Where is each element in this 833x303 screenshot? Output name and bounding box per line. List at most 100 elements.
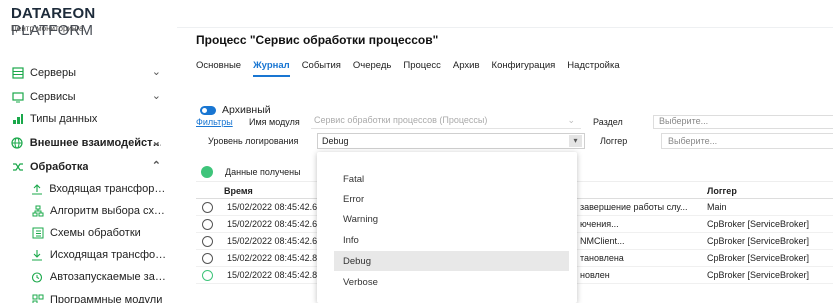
modules-icon [31,294,44,303]
data-types-icon [11,113,24,126]
row-radio[interactable] [202,236,213,247]
cell-message: новлен [580,270,610,280]
archive-toggle[interactable]: Архивный [200,104,271,116]
module-select[interactable]: Сервис обработки процессов (Процессы) ⌄ [311,115,581,129]
cell-time: 15/02/2022 08:45:42.8 [227,253,318,263]
status-text: Данные получены [225,167,301,177]
brand-subtitle: Центр мониторинга [11,24,84,33]
sidebar-item-label: Исходящая трансфор… [49,249,171,261]
sidebar-item-label: Входящая трансформа… [49,183,171,195]
tab-process[interactable]: Процесс [403,60,441,77]
sidebar-subitem-program-modules[interactable]: Программные модули [31,291,171,303]
cell-time: 15/02/2022 08:45:42.6 [227,202,318,212]
brand-name-bold: DATAREON [11,5,96,22]
menu-item-debug[interactable]: Debug [334,251,569,271]
cell-message: тановлена [580,253,624,263]
server-icon [11,67,24,80]
section-select[interactable]: Выберите... [653,115,833,129]
cell-logger: CpBroker [ServiceBroker] [707,219,810,229]
sidebar-subitem-autostart-tasks[interactable]: Автозапускаемые зад… [31,268,171,286]
chevron-down-icon[interactable]: ⌄ [152,89,161,102]
tab-journal[interactable]: Журнал [253,60,290,77]
sidebar-subitem-schema-algorithm[interactable]: Алгоритм выбора схе… [31,202,171,220]
chevron-down-icon[interactable]: ▾ [569,135,582,147]
column-header-logger[interactable]: Логгер [707,186,737,196]
tab-events[interactable]: События [302,60,341,77]
clock-icon [31,271,44,284]
menu-item-fatal[interactable]: Fatal [334,169,569,189]
sidebar-item-label: Серверы [30,67,77,79]
page-title: Процесс "Сервис обработки процессов" [196,33,439,47]
tab-addon[interactable]: Надстройка [567,60,619,77]
row-radio[interactable] [202,253,213,264]
chevron-up-icon[interactable]: ⌃ [152,159,161,172]
row-radio[interactable] [202,270,213,281]
tab-main[interactable]: Основные [196,60,241,77]
status-dot-icon [201,166,213,178]
tabs: Основные Журнал События Очередь Процесс … [196,60,620,77]
section-label: Раздел [593,117,623,127]
log-level-select[interactable]: Debug ▾ [317,133,585,149]
toggle-switch[interactable] [200,105,216,115]
filters-link[interactable]: Фильтры [196,117,233,127]
globe-icon [11,137,24,150]
status-indicator: Данные получены [201,166,301,178]
sidebar-subitem-outbound-transform[interactable]: Исходящая трансфор… [31,246,171,264]
cell-logger: CpBroker [ServiceBroker] [707,270,810,280]
cell-logger: CpBroker [ServiceBroker] [707,236,810,246]
sidebar-subitem-processing-schemes[interactable]: Схемы обработки [31,224,171,242]
chevron-down-icon[interactable]: ⌄ [152,65,161,78]
log-level-select-value: Debug [322,136,349,146]
cell-message: завершение работы слу... [580,202,688,212]
monitor-icon [11,91,24,104]
sidebar-item-label: Программные модули [50,294,163,303]
list-icon [31,227,44,240]
sidebar-item-data-types[interactable]: Типы данных [11,110,161,128]
cell-time: 15/02/2022 08:45:42.8 [227,270,318,280]
tab-configuration[interactable]: Конфигурация [492,60,556,77]
row-radio[interactable] [202,219,213,230]
sidebar: DATAREON PLATFORM Центр мониторинга Серв… [0,0,177,303]
sidebar-item-label: Автозапускаемые зад… [49,271,171,283]
menu-item-info[interactable]: Info [334,230,569,250]
menu-item-verbose[interactable]: Verbose [334,272,569,292]
cell-message: NMClient... [580,236,625,246]
menu-item-error[interactable]: Error [334,189,569,209]
top-bar [177,0,833,28]
cell-message: ючения... [580,219,619,229]
sidebar-subitem-inbound-transform[interactable]: Входящая трансформа… [31,180,171,198]
sidebar-item-label: Сервисы [30,91,76,103]
sidebar-item-label: Типы данных [30,113,98,125]
archive-toggle-label: Архивный [222,104,271,116]
cell-time: 15/02/2022 08:45:42.6 [227,219,318,229]
row-radio[interactable] [202,202,213,213]
network-icon [31,205,44,218]
sidebar-item-label: Алгоритм выбора схе… [50,205,171,217]
cell-logger: CpBroker [ServiceBroker] [707,253,810,263]
chevron-down-icon: ⌄ [567,115,575,125]
shuffle-icon [11,161,24,174]
sidebar-item-external[interactable]: Внешнее взаимодейст… ⌄ [11,134,161,152]
logger-select[interactable]: Выберите... [661,133,833,149]
upload-icon [31,183,43,196]
sidebar-item-label: Обработка [30,161,89,173]
sidebar-item-label: Внешнее взаимодейст… [29,137,161,149]
module-label: Имя модуля [249,117,300,127]
log-level-label: Уровень логирования [208,136,299,146]
brand-logo[interactable]: DATAREON PLATFORM [11,5,177,39]
sidebar-item-services[interactable]: Сервисы ⌄ [11,88,161,106]
logger-label: Логгер [600,136,628,146]
sidebar-item-servers[interactable]: Серверы ⌄ [11,64,161,82]
chevron-down-icon[interactable]: ⌄ [152,135,161,148]
download-icon [31,249,44,262]
cell-logger: Main [707,202,727,212]
module-select-value: Сервис обработки процессов (Процессы) [314,115,488,125]
sidebar-item-processing[interactable]: Обработка ⌃ [11,158,161,176]
sidebar-item-label: Схемы обработки [50,227,141,239]
menu-item-warning[interactable]: Warning [334,209,569,229]
cell-time: 15/02/2022 08:45:42.6 [227,236,318,246]
log-level-dropdown-menu: Fatal Error Warning Info Debug Verbose [317,152,577,303]
tab-archive[interactable]: Архив [453,60,480,77]
tab-queue[interactable]: Очередь [353,60,391,77]
column-header-time[interactable]: Время [224,186,253,196]
